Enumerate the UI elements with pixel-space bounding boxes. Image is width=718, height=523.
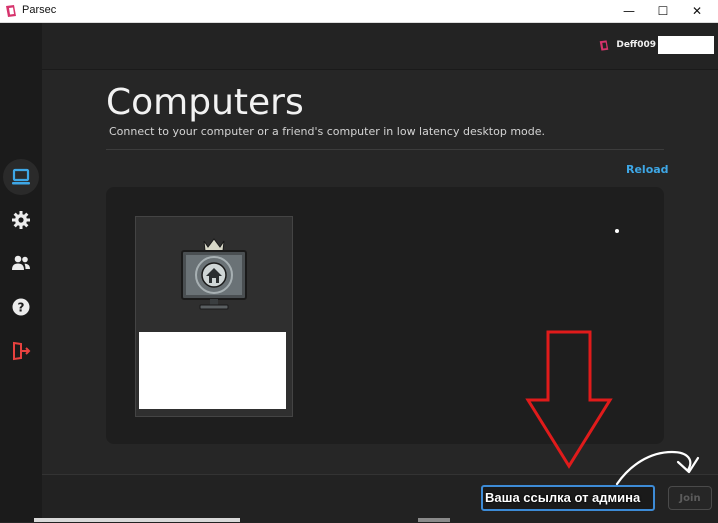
parsec-logo-icon [6,5,16,17]
computer-thumbnail [136,217,292,331]
horizontal-scrollbar[interactable] [34,518,240,522]
user-name: Deff009 [616,40,656,50]
parsec-logo-icon [600,39,609,51]
top-header: Deff009 [42,23,718,70]
svg-text:?: ? [18,301,25,315]
computer-card[interactable] [135,216,293,417]
user-badge[interactable]: Deff009 [598,36,714,54]
sidebar-item-friends[interactable] [3,245,39,281]
page-title: Computers [106,82,304,123]
title-bar: Parsec — ☐ ✕ [0,0,718,23]
join-button[interactable]: Join [668,486,712,510]
question-icon: ? [12,298,30,316]
sidebar: ? [0,23,42,522]
cursor-speck [615,229,619,233]
crowned-monitor-home-icon [181,238,247,310]
computer-name-label [139,332,286,409]
link-input[interactable]: Ваша ссылка от админа [481,485,655,511]
divider [106,149,664,150]
gear-icon [12,211,30,229]
minimize-button[interactable]: — [612,0,646,22]
sidebar-item-computers[interactable] [3,159,39,195]
users-icon [12,255,30,270]
sidebar-item-help[interactable]: ? [3,289,39,325]
page-subtitle: Connect to your computer or a friend's c… [109,125,546,138]
reload-link[interactable]: Reload [626,163,669,176]
redacted-area [658,36,714,54]
monitor-icon [12,168,30,185]
window-title: Parsec [22,4,57,16]
sidebar-item-logout[interactable] [3,333,39,369]
maximize-button[interactable]: ☐ [646,0,680,22]
computers-panel [106,187,664,444]
scrollbar-segment [418,518,450,522]
close-button[interactable]: ✕ [680,0,714,22]
sidebar-item-settings[interactable] [3,202,39,238]
logout-icon [13,341,31,361]
